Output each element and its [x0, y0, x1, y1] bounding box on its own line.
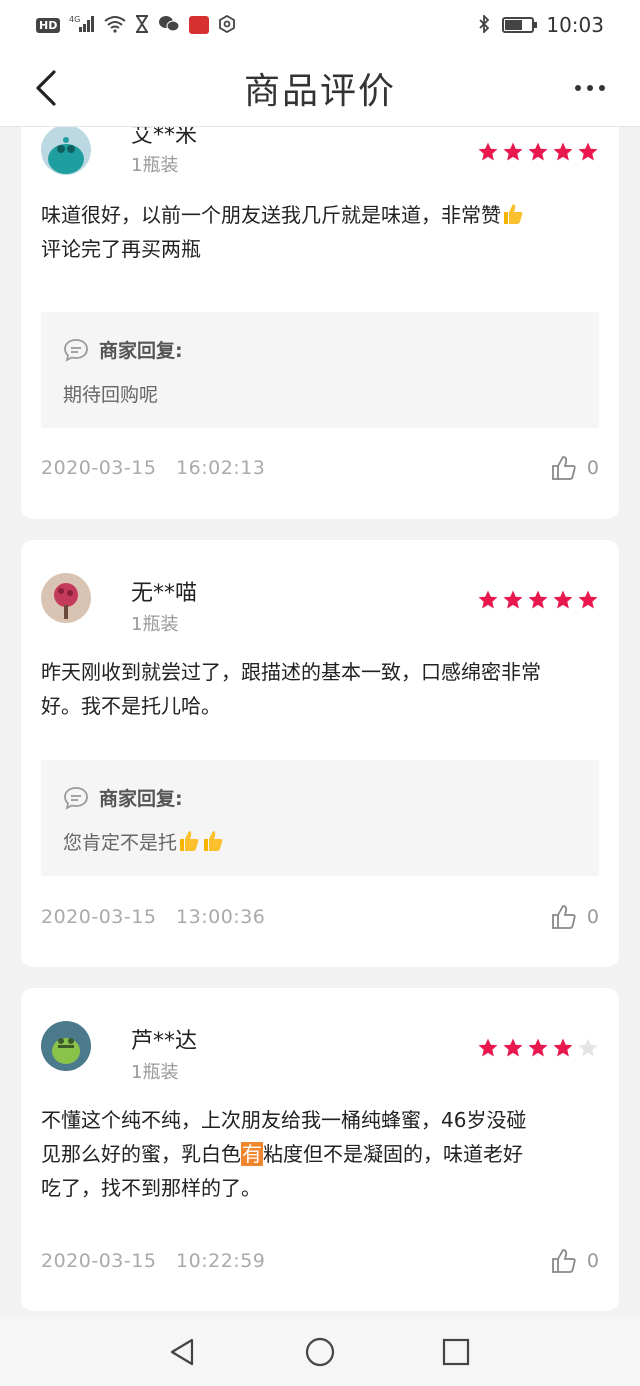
product-spec: 1瓶装 — [131, 155, 179, 176]
reply-label: 商家回复: — [99, 788, 183, 810]
review-datetime: 2020-03-15 16:02:13 — [41, 457, 266, 479]
like-count: 0 — [586, 1250, 599, 1272]
settings-icon — [218, 14, 236, 36]
page-title: 商品评价 — [243, 71, 396, 112]
avatar[interactable] — [41, 127, 91, 175]
thumbs-up-emoji-icon — [201, 829, 225, 853]
like-count: 0 — [586, 906, 599, 928]
review-list[interactable]: 艾**米 1瓶装 味道很好，以前一个朋友送我几斤就是味道，非常赞 评论完了再买两… — [0, 127, 640, 1317]
star-filled-icon — [477, 141, 499, 167]
review-text: 味道很好，以前一个朋友送我几斤就是味道，非常赞 评论完了再买两瓶 — [41, 198, 599, 266]
review-card: 芦**达 1瓶装 不懂这个纯不纯，上次朋友给我一桶纯蜂蜜，46岁没碰 见那么好的… — [21, 988, 619, 1311]
system-nav-bar — [0, 1317, 640, 1386]
star-filled-icon — [477, 1037, 499, 1063]
review-datetime: 2020-03-15 13:00:36 — [41, 906, 266, 928]
star-filled-icon — [552, 1037, 574, 1063]
star-filled-icon — [577, 141, 599, 167]
thumbs-up-emoji-icon — [177, 829, 201, 853]
wechat-icon — [158, 15, 180, 36]
thumbs-up-icon — [552, 456, 576, 480]
star-filled-icon — [552, 589, 574, 615]
thumbs-up-icon — [552, 1249, 576, 1273]
rating-stars — [477, 589, 599, 615]
highlighted-word: 有 — [241, 1142, 263, 1166]
battery-icon — [502, 17, 538, 33]
merchant-reply: 商家回复: 期待回购呢 — [41, 312, 599, 428]
star-filled-icon — [502, 1037, 524, 1063]
review-text: 不懂这个纯不纯，上次朋友给我一桶纯蜂蜜，46岁没碰 见那么好的蜜，乳白色有粘度但… — [41, 1108, 527, 1200]
star-empty-icon — [577, 1037, 599, 1063]
reply-label: 商家回复: — [99, 340, 183, 362]
like-count: 0 — [586, 457, 599, 479]
status-bar: HD 4G 10:03 — [0, 0, 640, 50]
review-card: 无**喵 1瓶装 昨天刚收到就尝过了，跟描述的基本一致，口感绵密非常 好。我不是… — [21, 540, 619, 967]
star-filled-icon — [577, 589, 599, 615]
product-spec: 1瓶装 — [131, 614, 179, 635]
nav-back-button[interactable] — [166, 1336, 198, 1368]
like-button[interactable]: 0 — [551, 1248, 599, 1274]
comment-icon — [64, 338, 88, 362]
star-filled-icon — [502, 141, 524, 167]
review-datetime: 2020-03-15 10:22:59 — [41, 1250, 266, 1272]
home-circle-icon — [305, 1337, 335, 1367]
network-label: 4G — [69, 15, 80, 24]
header-bar: 商品评价 — [0, 50, 640, 127]
status-time: 10:03 — [546, 13, 604, 37]
signal-icon: 4G — [69, 15, 95, 36]
recents-square-icon — [442, 1338, 470, 1366]
like-button[interactable]: 0 — [551, 904, 599, 930]
merchant-reply: 商家回复: 您肯定不是托 — [41, 760, 599, 876]
star-filled-icon — [527, 141, 549, 167]
bluetooth-icon — [478, 13, 490, 36]
nav-home-button[interactable] — [304, 1336, 336, 1368]
rating-stars — [477, 141, 599, 167]
reply-text: 您肯定不是托 — [63, 828, 225, 855]
reply-text: 期待回购呢 — [63, 384, 159, 406]
review-text: 昨天刚收到就尝过了，跟描述的基本一致，口感绵密非常 好。我不是托儿哈。 — [41, 660, 541, 718]
product-spec: 1瓶装 — [131, 1062, 179, 1083]
hd-icon: HD — [36, 17, 61, 33]
reviewer-name: 艾**米 — [131, 127, 198, 148]
back-triangle-icon — [170, 1338, 194, 1366]
star-filled-icon — [552, 141, 574, 167]
avatar[interactable] — [41, 1021, 91, 1071]
star-filled-icon — [502, 589, 524, 615]
avatar[interactable] — [41, 573, 91, 623]
reviewer-name: 无**喵 — [131, 581, 198, 606]
more-dots-icon — [575, 85, 581, 91]
more-button[interactable] — [568, 66, 612, 110]
rating-stars — [477, 1037, 599, 1063]
thumbs-up-emoji-icon — [501, 202, 525, 226]
wifi-icon — [104, 15, 126, 36]
like-button[interactable]: 0 — [551, 455, 599, 481]
reviewer-name: 芦**达 — [131, 1029, 198, 1054]
review-card: 艾**米 1瓶装 味道很好，以前一个朋友送我几斤就是味道，非常赞 评论完了再买两… — [21, 127, 619, 519]
comment-icon — [64, 786, 88, 810]
back-button[interactable] — [24, 66, 68, 110]
star-filled-icon — [477, 589, 499, 615]
hourglass-icon — [135, 14, 149, 36]
chevron-left-icon — [36, 70, 56, 106]
nav-recents-button[interactable] — [440, 1336, 472, 1368]
thumbs-up-icon — [552, 905, 576, 929]
app-badge-icon — [189, 16, 210, 34]
star-filled-icon — [527, 589, 549, 615]
star-filled-icon — [527, 1037, 549, 1063]
